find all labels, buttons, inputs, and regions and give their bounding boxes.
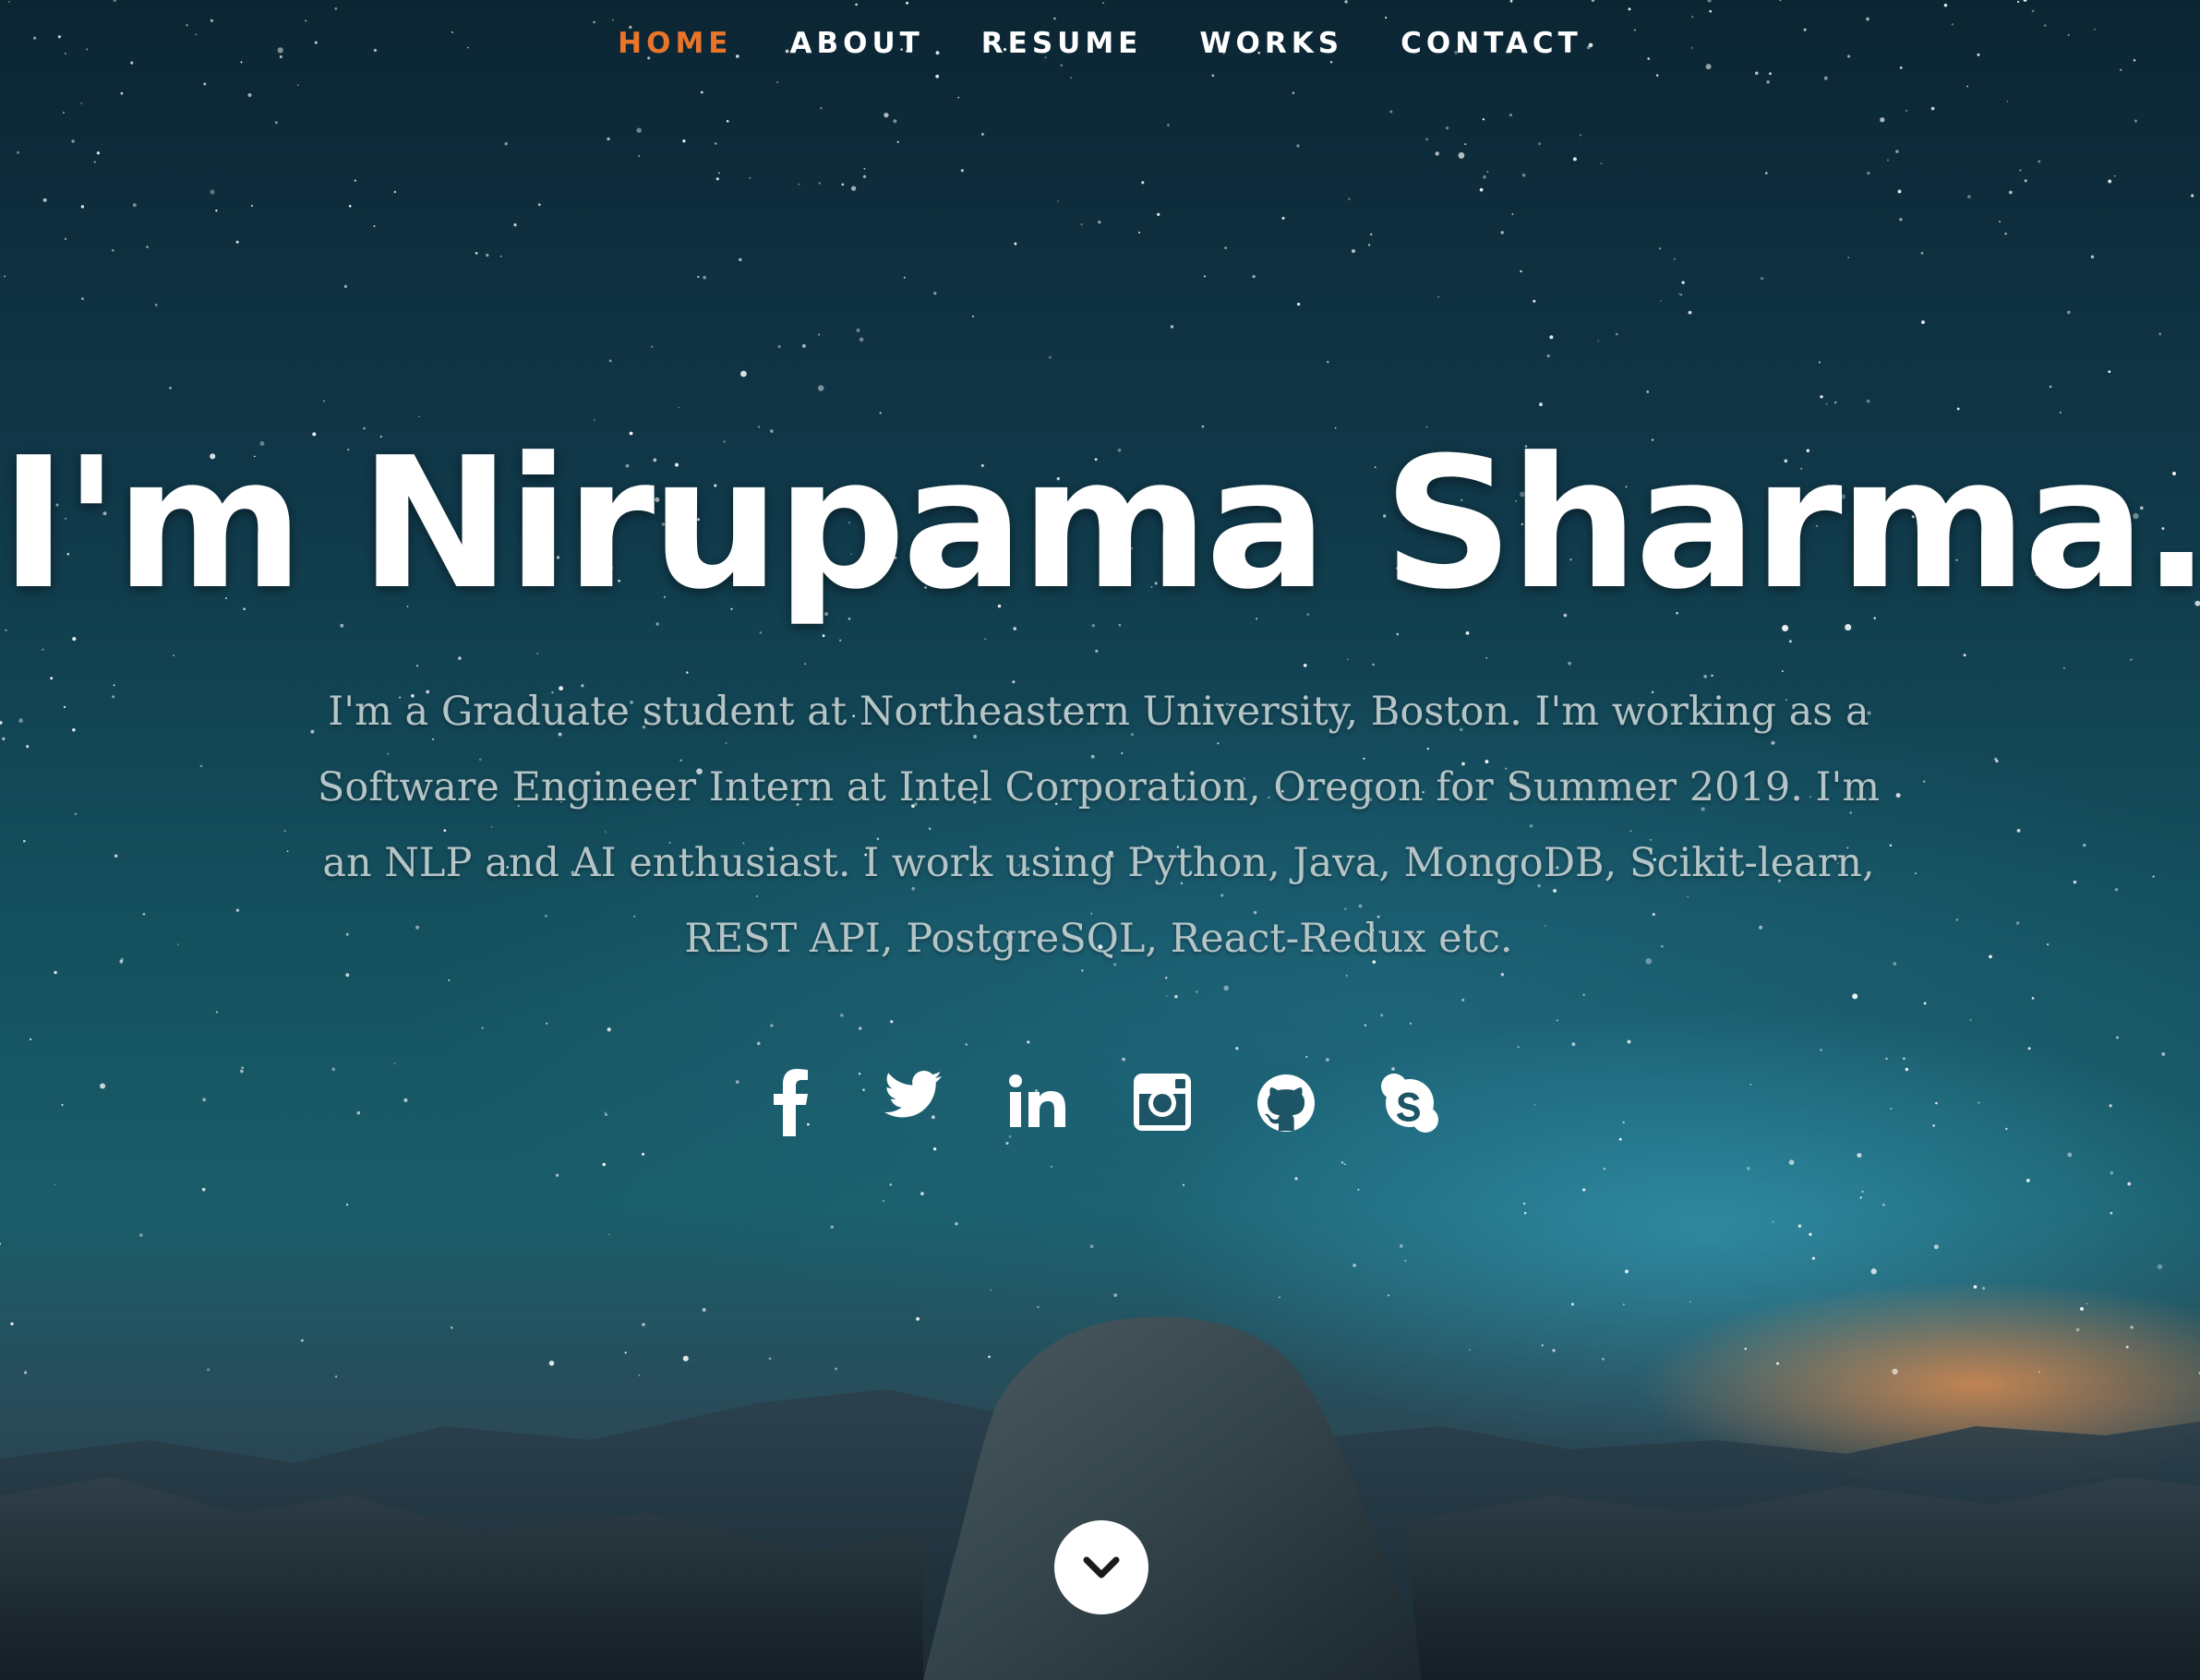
- nav-about[interactable]: ABOUT: [761, 20, 952, 66]
- chevron-down-icon: [1083, 1556, 1120, 1578]
- social-links: [0, 1066, 2200, 1136]
- instagram-icon[interactable]: [1130, 1066, 1195, 1136]
- main-nav: HOME ABOUT RESUME WORKS CONTACT: [0, 20, 2200, 66]
- nav-resume[interactable]: RESUME: [953, 20, 1172, 66]
- twitter-icon[interactable]: [883, 1066, 947, 1136]
- facebook-icon[interactable]: [759, 1066, 823, 1136]
- skype-icon[interactable]: [1377, 1066, 1442, 1136]
- linkedin-icon[interactable]: [1006, 1066, 1071, 1136]
- nav-contact[interactable]: CONTACT: [1372, 20, 1611, 66]
- nav-home[interactable]: HOME: [589, 20, 761, 66]
- hero-headline: I'm Nirupama Sharma.: [0, 419, 2200, 630]
- nav-works[interactable]: WORKS: [1171, 20, 1372, 66]
- scroll-down-button[interactable]: [1054, 1520, 1148, 1614]
- hero-bio: I'm a Graduate student at Northeastern U…: [317, 689, 1881, 962]
- github-icon[interactable]: [1254, 1066, 1318, 1136]
